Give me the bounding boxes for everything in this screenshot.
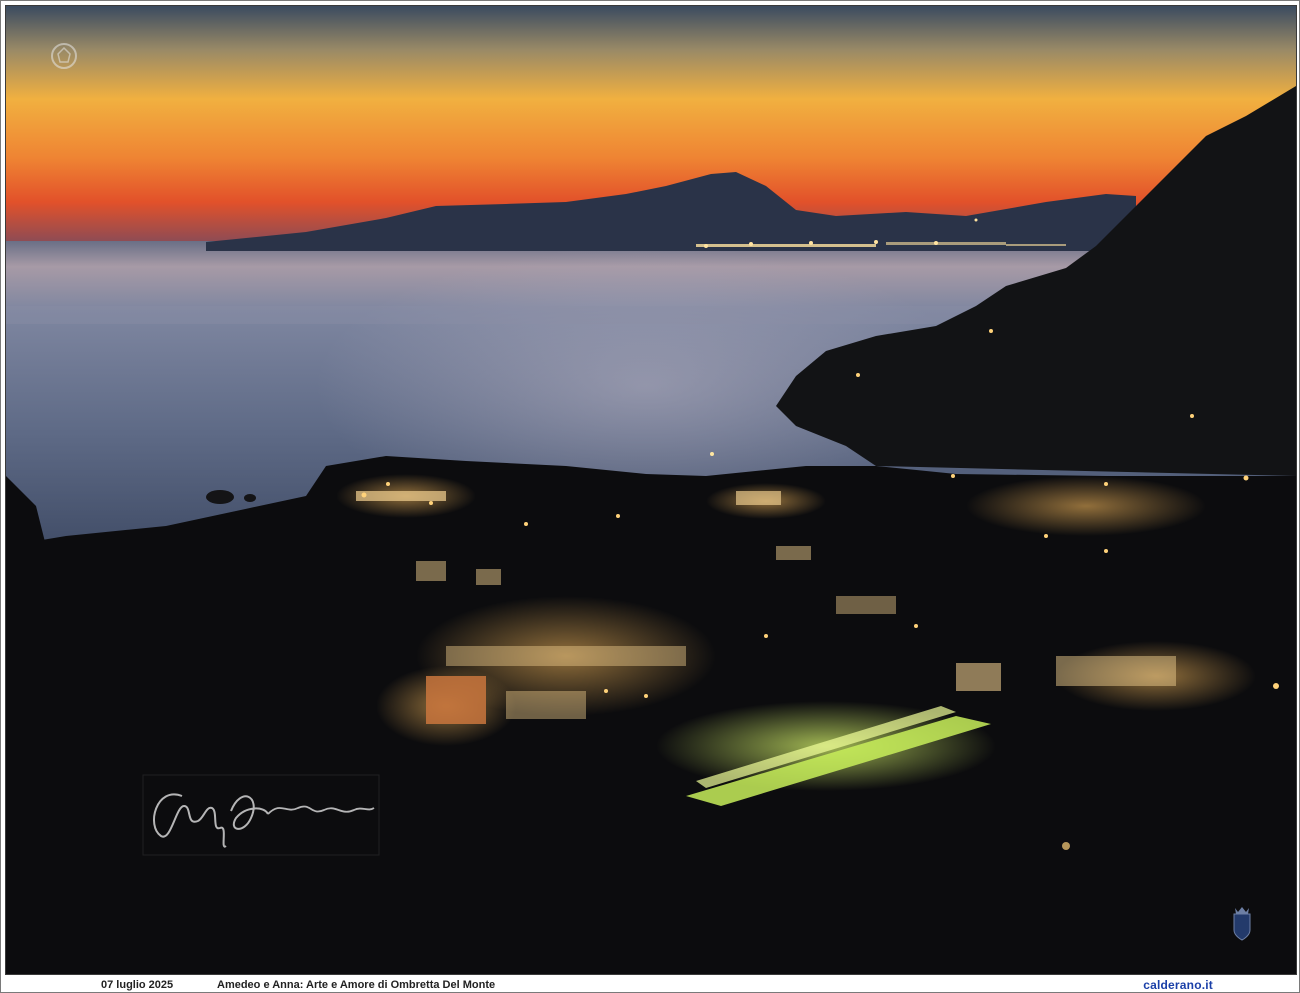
boat-light xyxy=(710,452,714,456)
photo-artwork xyxy=(6,6,1296,974)
rock xyxy=(206,490,234,504)
page-frame: 07 luglio 2025 Amedeo e Anna: Arte e Amo… xyxy=(0,0,1300,993)
rock xyxy=(244,494,256,502)
landscape-photo xyxy=(5,5,1297,975)
caption-date: 07 luglio 2025 xyxy=(101,979,174,991)
caption-title: Amedeo e Anna: Arte e Amore di Ombretta … xyxy=(217,979,496,991)
crest-watermark xyxy=(1233,907,1251,941)
site-link[interactable]: calderano.it xyxy=(1143,978,1213,992)
caption-bar: 07 luglio 2025 Amedeo e Anna: Arte e Amo… xyxy=(5,978,1297,992)
